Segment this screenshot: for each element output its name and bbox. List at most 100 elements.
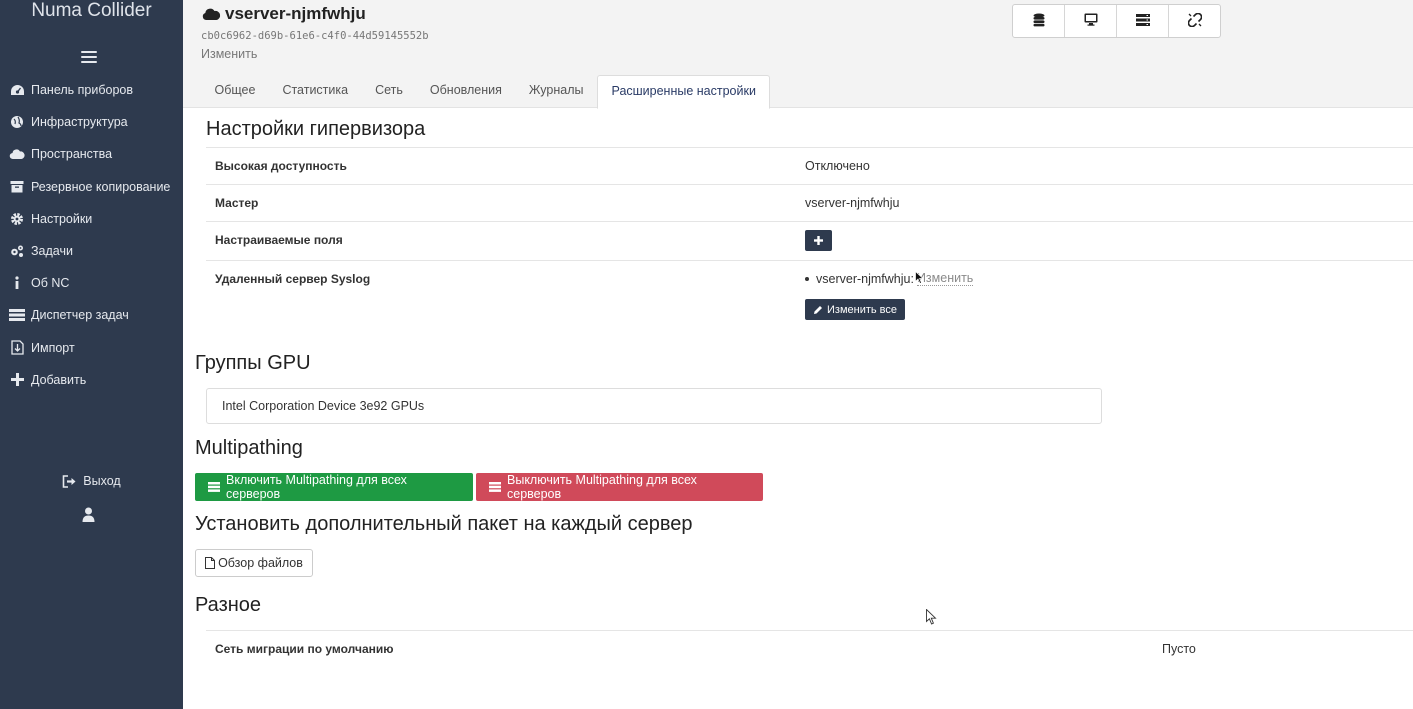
vm-name: vserver-njmfwhju	[225, 4, 366, 23]
sidebar-item-label: Импорт	[31, 340, 75, 355]
database-icon	[1033, 13, 1045, 30]
toolbar	[1012, 4, 1221, 38]
disable-multipathing-label: Выключить Multipathing для всех серверов	[507, 473, 697, 501]
mouse-cursor	[926, 608, 937, 628]
sidebar-item-label: Задачи	[31, 244, 73, 259]
browse-files-button[interactable]: Обзор файлов	[195, 549, 313, 577]
sidebar-item-label: Об NC	[31, 276, 70, 291]
hamburger-icon[interactable]	[81, 51, 97, 65]
cloud-icon	[9, 146, 25, 162]
import-file-icon	[9, 340, 25, 356]
sidebar-item-tasks[interactable]: Задачи	[0, 235, 183, 267]
sidebar-item-import[interactable]: Импорт	[0, 332, 183, 364]
hypervisor-heading: Настройки гипервизора	[206, 118, 426, 140]
row-divider	[206, 630, 1413, 631]
row-divider	[206, 221, 1413, 222]
syslog-edit-link[interactable]: Изменить	[916, 271, 974, 286]
tab-network[interactable]: Сеть	[362, 75, 417, 106]
sidebar-item-label: Настройки	[31, 211, 93, 226]
migration-network-label: Сеть миграции по умолчанию	[215, 642, 394, 656]
server-list-icon	[1135, 13, 1150, 29]
disable-multipathing-button[interactable]: Выключить Multipathing для всех серверов	[476, 473, 763, 501]
logout-label: Выход	[83, 474, 121, 488]
toolbar-database-button[interactable]	[1013, 5, 1065, 37]
sidebar-item-label: Панель приборов	[31, 83, 134, 98]
edit-all-button[interactable]: Изменить все	[805, 299, 906, 320]
enable-multipathing-label: Включить Multipathing для всех серверов	[226, 473, 407, 501]
enable-multipathing-button[interactable]: Включить Multipathing для всех серверов	[195, 473, 473, 501]
package-heading: Установить дополнительный пакет на кажды…	[195, 513, 693, 535]
page-header: vserver-njmfwhju cb0c6962-d69b-61e6-c4f0…	[183, 0, 1413, 109]
dashboard-icon	[9, 82, 25, 98]
file-icon	[205, 557, 216, 569]
gears-icon	[9, 243, 25, 259]
plus-icon	[814, 233, 823, 248]
syslog-list-item: vserver-njmfwhju: Изменить	[805, 271, 974, 286]
user-icon[interactable]	[82, 507, 95, 525]
sign-out-icon	[62, 474, 77, 488]
tab-statistics[interactable]: Статистика	[269, 75, 362, 106]
sidebar-item-label: Добавить	[31, 372, 87, 387]
globe-icon	[9, 114, 25, 130]
page-title: vserver-njmfwhju	[201, 4, 366, 24]
toolbar-server-list-button[interactable]	[1117, 5, 1169, 37]
row-divider	[206, 260, 1413, 261]
sidebar-item-label: Инфраструктура	[31, 115, 128, 130]
server-list-icon	[489, 482, 501, 492]
add-custom-field-button[interactable]	[805, 230, 832, 251]
master-value[interactable]: vserver-njmfwhju	[805, 196, 899, 210]
vm-uuid: cb0c6962-d69b-61e6-c4f0-44d59145552b	[201, 30, 429, 42]
multipathing-heading: Multipathing	[195, 437, 303, 459]
archive-icon	[9, 179, 25, 195]
sidebar-item-label: Пространства	[31, 147, 113, 162]
syslog-label: Удаленный сервер Syslog	[215, 272, 371, 286]
migration-network-value[interactable]: Пусто	[1162, 642, 1196, 656]
tab-bar: Общее Статистика Сеть Обновления Журналы…	[201, 75, 771, 109]
high-availability-label: Высокая доступность	[215, 159, 347, 173]
plus-icon	[9, 372, 25, 388]
server-list-icon	[208, 482, 220, 492]
gpu-heading: Группы GPU	[195, 352, 311, 374]
pencil-icon	[813, 305, 823, 315]
sidebar-item-about[interactable]: Об NC	[0, 267, 183, 299]
info-icon	[9, 275, 25, 291]
row-divider	[206, 147, 1413, 148]
syslog-host: vserver-njmfwhju:	[816, 271, 914, 286]
sidebar-item-dashboard[interactable]: Панель приборов	[0, 74, 183, 106]
brand-title[interactable]: Numa Collider	[0, 0, 183, 22]
edit-all-label: Изменить все	[827, 303, 898, 316]
logout-button[interactable]: Выход	[0, 474, 183, 488]
tab-general[interactable]: Общее	[201, 75, 269, 106]
sidebar-item-backup[interactable]: Резервное копирование	[0, 171, 183, 203]
bullet	[805, 276, 809, 281]
sidebar: Numa Collider Панель приборов Инфраструк…	[0, 0, 183, 709]
cloud-icon	[201, 7, 221, 21]
monitor-icon	[1084, 13, 1098, 29]
sidebar-item-label: Резервное копирование	[31, 179, 171, 194]
edit-link[interactable]: Изменить	[201, 47, 257, 61]
sidebar-item-spaces[interactable]: Пространства	[0, 138, 183, 170]
mouse-cursor	[915, 270, 924, 287]
sidebar-item-infrastructure[interactable]: Инфраструктура	[0, 106, 183, 138]
sidebar-item-add[interactable]: Добавить	[0, 364, 183, 396]
sidebar-item-task-manager[interactable]: Диспетчер задач	[0, 299, 183, 331]
browse-files-label: Обзор файлов	[218, 556, 303, 570]
high-availability-value[interactable]: Отключено	[805, 159, 870, 173]
main-content: Настройки гипервизора Высокая доступност…	[183, 108, 1413, 709]
gpu-group-item[interactable]: Intel Corporation Device 3e92 GPUs	[206, 388, 1102, 424]
tab-updates[interactable]: Обновления	[416, 75, 515, 106]
sidebar-item-label: Диспетчер задач	[31, 308, 129, 323]
gear-icon	[9, 211, 25, 227]
tab-logs[interactable]: Журналы	[515, 75, 597, 106]
toolbar-unlink-button[interactable]	[1169, 5, 1220, 37]
sidebar-item-settings[interactable]: Настройки	[0, 203, 183, 235]
custom-fields-label: Настраиваемые поля	[215, 233, 343, 247]
tab-advanced[interactable]: Расширенные настройки	[597, 75, 771, 109]
toolbar-console-button[interactable]	[1065, 5, 1117, 37]
misc-heading: Разное	[195, 594, 262, 616]
master-label: Мастер	[215, 196, 259, 210]
sidebar-nav: Панель приборов Инфраструктура Пространс…	[0, 74, 183, 396]
row-divider	[206, 184, 1413, 185]
task-list-icon	[9, 307, 25, 323]
unlink-icon	[1187, 12, 1202, 30]
